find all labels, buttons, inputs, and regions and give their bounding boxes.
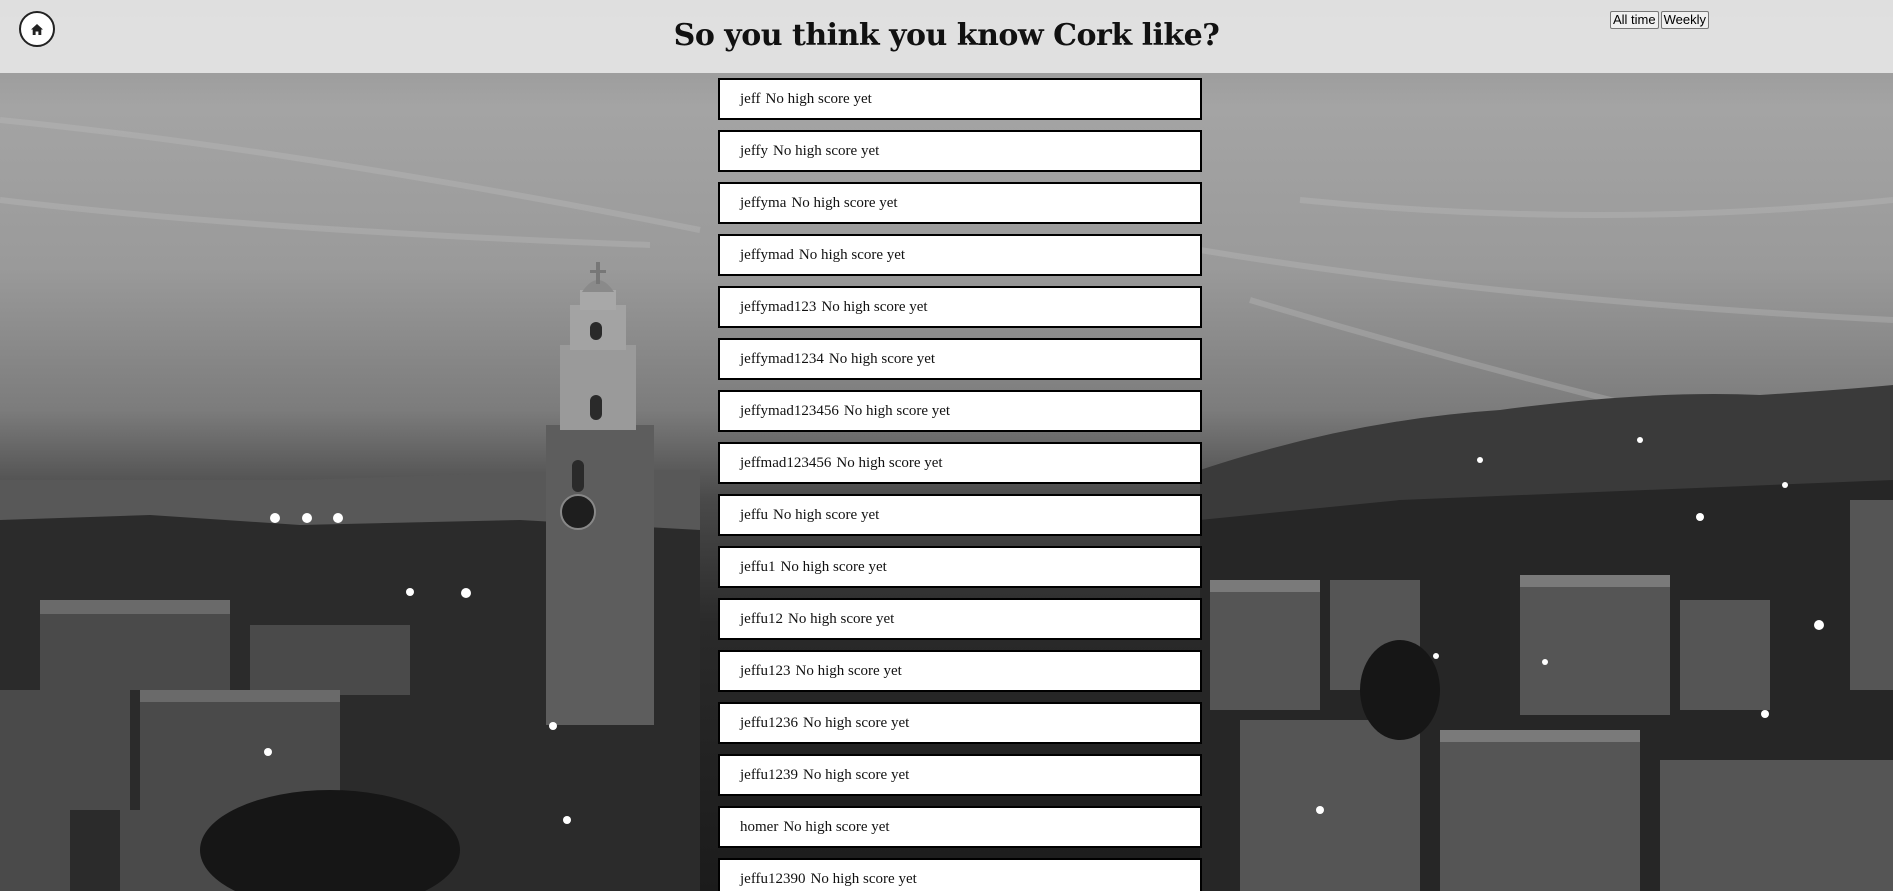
player-score: No high score yet bbox=[810, 870, 917, 887]
leaderboard-row: jeffu No high score yet bbox=[718, 494, 1202, 536]
leaderboard-row: jeffymad1234 No high score yet bbox=[718, 338, 1202, 380]
leaderboard-row: jeffymad No high score yet bbox=[718, 234, 1202, 276]
player-name: jeffu1236 bbox=[740, 714, 799, 731]
player-name: jeffu bbox=[740, 506, 769, 523]
leaderboard-range-switcher: All time Weekly bbox=[1610, 11, 1710, 29]
leaderboard-row: jeffu1236 No high score yet bbox=[718, 702, 1202, 744]
leaderboard-row: jeffu12390 No high score yet bbox=[718, 858, 1202, 891]
player-score: No high score yet bbox=[780, 558, 887, 575]
player-name: jeffu1 bbox=[740, 558, 776, 575]
player-name: jeff bbox=[740, 90, 761, 107]
player-score: No high score yet bbox=[795, 662, 902, 679]
player-score: No high score yet bbox=[798, 246, 906, 263]
player-name: jeffymad123 bbox=[740, 298, 817, 315]
player-score: No high score yet bbox=[803, 766, 910, 783]
player-name: jeffu1239 bbox=[740, 766, 799, 783]
leaderboard-row: jeffmad123456 No high score yet bbox=[718, 442, 1202, 484]
player-score: No high score yet bbox=[765, 90, 872, 107]
leaderboard-row: jeffy No high score yet bbox=[718, 130, 1202, 172]
player-name: jeffu123 bbox=[740, 662, 791, 679]
all-time-button[interactable]: All time bbox=[1610, 11, 1659, 29]
player-score: No high score yet bbox=[821, 298, 928, 315]
player-score: No high score yet bbox=[836, 454, 943, 471]
player-name: jeffu12390 bbox=[740, 870, 806, 887]
player-name: jeffu12 bbox=[740, 610, 784, 627]
leaderboard-row: jeffu12 No high score yet bbox=[718, 598, 1202, 640]
player-score: No high score yet bbox=[773, 506, 880, 523]
leaderboard-list: jeff No high score yet jeffy No high score… bbox=[718, 78, 1202, 891]
player-name: jeffyma bbox=[740, 194, 787, 211]
player-name: jeffmad123456 bbox=[740, 454, 832, 471]
player-score: No high score yet bbox=[788, 610, 895, 627]
leaderboard-row: jeffu1 No high score yet bbox=[718, 546, 1202, 588]
leaderboard-row: jeffymad123456 No high score yet bbox=[718, 390, 1202, 432]
leaderboard-row: homer No high score yet bbox=[718, 806, 1202, 848]
player-score: No high score yet bbox=[783, 818, 890, 835]
player-score: No high score yet bbox=[843, 402, 951, 419]
player-score: No high score yet bbox=[803, 714, 910, 731]
player-name: jeffy bbox=[740, 142, 769, 159]
leaderboard-row: jeff No high score yet bbox=[718, 78, 1202, 120]
leaderboard-row: jeffu123 No high score yet bbox=[718, 650, 1202, 692]
player-name: jeffymad1234 bbox=[740, 350, 824, 367]
player-name: homer bbox=[740, 818, 779, 835]
player-name: jeffymad123456 bbox=[740, 402, 839, 419]
player-score: No high score yet bbox=[828, 350, 936, 367]
player-name: jeffymad bbox=[740, 246, 794, 263]
player-score: No high score yet bbox=[773, 142, 880, 159]
weekly-button[interactable]: Weekly bbox=[1660, 11, 1710, 29]
leaderboard-row: jeffyma No high score yet bbox=[718, 182, 1202, 224]
leaderboard-row: jeffymad123 No high score yet bbox=[718, 286, 1202, 328]
leaderboard-row: jeffu1239 No high score yet bbox=[718, 754, 1202, 796]
top-bar: So you think you know Cork like? All tim… bbox=[0, 0, 1893, 73]
player-score: No high score yet bbox=[791, 194, 898, 211]
